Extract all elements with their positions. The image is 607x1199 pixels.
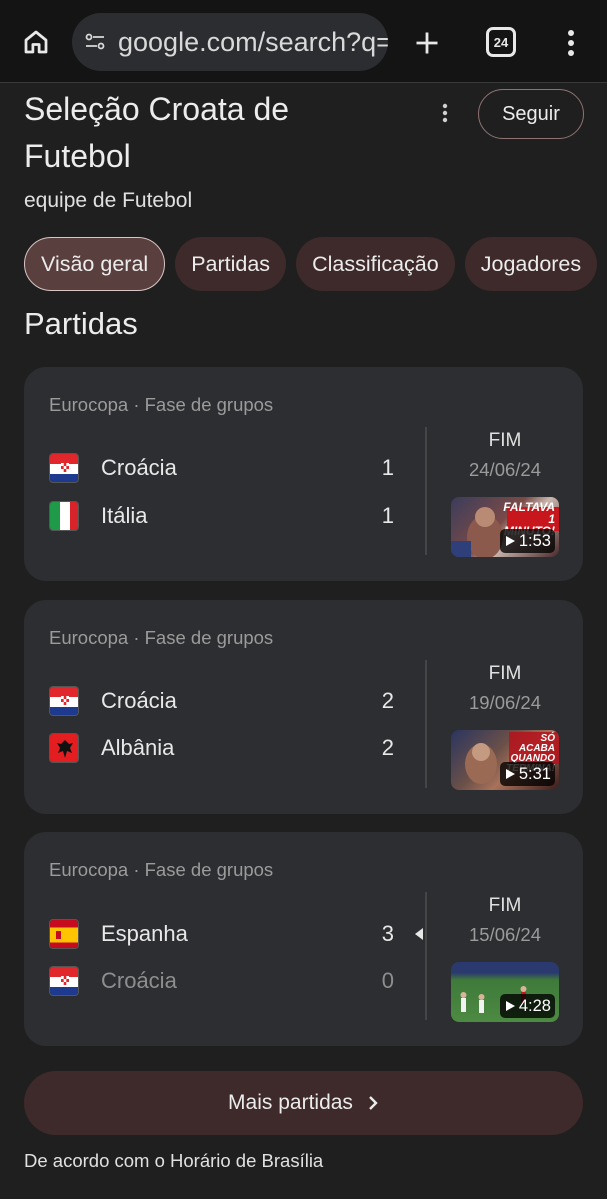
match-status: FIM xyxy=(488,430,522,451)
follow-button[interactable]: Seguir xyxy=(478,89,584,139)
divider xyxy=(425,892,427,1020)
team-score: 3 xyxy=(381,921,394,946)
play-icon xyxy=(505,536,515,546)
tab-chips: Visão geral Partidas Classificação Jogad… xyxy=(24,237,598,291)
tab-standings[interactable]: Classificação xyxy=(296,237,455,291)
team-score: 2 xyxy=(381,735,394,760)
more-matches-button[interactable]: Mais partidas xyxy=(24,1071,583,1135)
competition-label: Eurocopa · Fase de grupos xyxy=(49,859,274,880)
winner-arrow-icon xyxy=(415,928,423,940)
tab-players[interactable]: Jogadores xyxy=(464,237,598,291)
team-score: 0 xyxy=(381,968,394,993)
match-card[interactable]: Eurocopa · Fase de grupos Espanha 3 Croá… xyxy=(24,832,583,1046)
team-name: Croácia xyxy=(101,688,177,713)
team-row: Croácia 1 xyxy=(49,452,394,484)
tab-matches[interactable]: Partidas xyxy=(175,237,287,291)
new-tab-plus-icon[interactable] xyxy=(408,24,446,62)
tab-overview[interactable]: Visão geral xyxy=(24,237,166,291)
team-name: Itália xyxy=(101,503,148,528)
more-options-icon[interactable] xyxy=(432,100,458,126)
team-row: Croácia 2 xyxy=(49,685,394,717)
team-score: 2 xyxy=(381,688,394,713)
timezone-note: De acordo com o Horário de Brasília xyxy=(24,1150,324,1171)
url-text: google.com/search?q= xyxy=(118,26,388,57)
competition-label: Eurocopa · Fase de grupos xyxy=(49,394,274,415)
team-score: 1 xyxy=(381,455,394,480)
play-icon xyxy=(505,769,515,779)
team-name: Espanha xyxy=(101,921,188,946)
croatia-flag-icon xyxy=(49,686,79,716)
match-date: 15/06/24 xyxy=(468,924,541,945)
video-duration: 4:28 xyxy=(499,994,555,1018)
duration-text: 1:53 xyxy=(518,531,551,550)
team-name: Croácia xyxy=(101,455,177,480)
browser-toolbar: google.com/search?q= 24 xyxy=(0,0,607,83)
address-bar[interactable]: google.com/search?q= xyxy=(72,13,388,71)
video-duration: 5:31 xyxy=(499,762,555,786)
croatia-flag-icon xyxy=(49,966,79,996)
team-row: Albânia 2 xyxy=(49,732,394,764)
video-duration: 1:53 xyxy=(499,529,555,553)
tab-switcher-icon[interactable]: 24 xyxy=(486,27,516,57)
team-row: Itália 1 xyxy=(49,500,394,532)
tab-count: 24 xyxy=(493,34,509,50)
match-status: FIM xyxy=(488,895,522,916)
page-subtitle: equipe de Futebol xyxy=(24,189,193,212)
spain-flag-icon xyxy=(49,919,79,949)
match-date: 24/06/24 xyxy=(468,459,541,480)
site-info-icon[interactable] xyxy=(82,29,108,55)
competition-label: Eurocopa · Fase de grupos xyxy=(49,627,274,648)
video-thumbnail[interactable]: SÓ ACABA QUANDO TERMINA! 5:31 xyxy=(451,730,559,790)
chevron-right-icon xyxy=(369,1096,378,1110)
team-score: 1 xyxy=(381,503,394,528)
team-row: Espanha 3 xyxy=(49,918,394,950)
more-matches-label: Mais partidas xyxy=(228,1091,353,1114)
match-card[interactable]: Eurocopa · Fase de grupos Croácia 2 Albâ… xyxy=(24,600,583,814)
match-card[interactable]: Eurocopa · Fase de grupos Croácia 1 Itál… xyxy=(24,367,583,581)
section-title: Partidas xyxy=(24,306,138,341)
more-vert-icon[interactable] xyxy=(556,24,586,62)
duration-text: 5:31 xyxy=(518,764,551,783)
team-name: Croácia xyxy=(101,968,177,993)
italy-flag-icon xyxy=(49,501,79,531)
video-thumbnail[interactable]: 4:28 xyxy=(451,962,559,1022)
home-icon[interactable] xyxy=(18,24,54,60)
team-name: Albânia xyxy=(101,735,175,760)
page-title: Seleção Croata de Futebol xyxy=(24,91,290,174)
albania-flag-icon xyxy=(49,733,79,763)
duration-text: 4:28 xyxy=(518,996,551,1015)
divider xyxy=(425,427,427,555)
match-date: 19/06/24 xyxy=(468,692,541,713)
croatia-flag-icon xyxy=(49,453,79,483)
match-status: FIM xyxy=(488,663,522,684)
team-row: Croácia 0 xyxy=(49,965,394,997)
video-thumbnail[interactable]: FALTAVA 1 MINUTO! 1:53 xyxy=(451,497,559,557)
play-icon xyxy=(505,1001,515,1011)
divider xyxy=(425,660,427,788)
